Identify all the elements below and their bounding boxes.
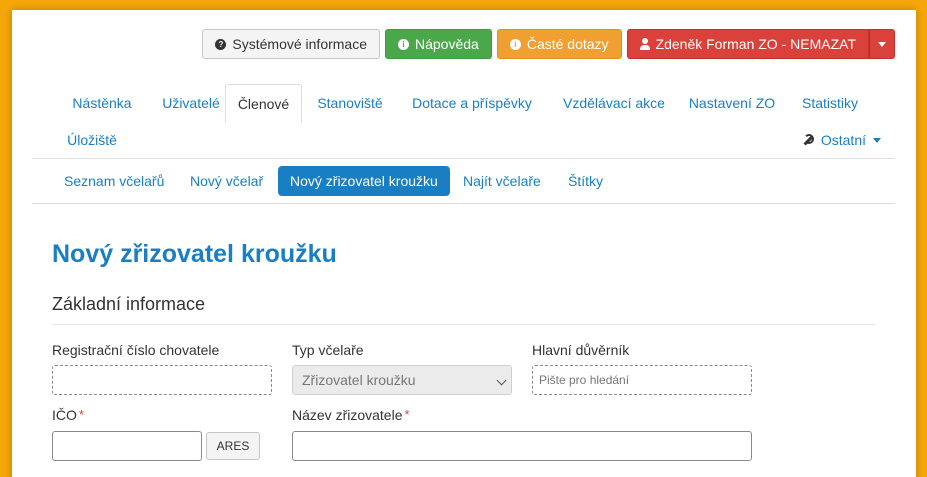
- founder-name-input[interactable]: [292, 431, 752, 461]
- founder-name-label-text: Název zřizovatele: [292, 407, 403, 423]
- caret-down-icon: [878, 41, 886, 47]
- page-title: Nový zřizovatel kroužku: [52, 240, 337, 268]
- main-trustee-search[interactable]: Pište pro hledání: [532, 365, 752, 395]
- reg-number-label: Registrační číslo chovatele: [52, 342, 220, 358]
- tab-stanoviste[interactable]: Stanoviště: [308, 84, 392, 122]
- tab-vzdelavaci-akce[interactable]: Vzdělávací akce: [552, 84, 676, 122]
- faq-button[interactable]: i Časté dotazy: [496, 29, 622, 59]
- required-asterisk: *: [78, 407, 84, 422]
- faq-label: Časté dotazy: [526, 36, 609, 52]
- user-button[interactable]: Zdeněk Forman ZO - NEMAZAT: [626, 29, 869, 59]
- tab-dotace[interactable]: Dotace a příspěvky: [402, 84, 542, 122]
- caret-down-icon: [873, 137, 881, 143]
- tab-clenove[interactable]: Členové: [225, 84, 302, 123]
- subnav-stitky[interactable]: Štítky: [556, 166, 615, 196]
- reg-number-input[interactable]: [52, 365, 272, 395]
- subnav-najit-vcelare[interactable]: Najít včelaře: [451, 166, 553, 196]
- subnav-seznam-vcelaru[interactable]: Seznam včelařů: [52, 166, 176, 196]
- user-label: Zdeněk Forman ZO - NEMAZAT: [655, 36, 856, 52]
- type-select-value: Zřizovatel kroužku: [302, 372, 416, 388]
- top-toolbar: ? Systémové informace i Nápověda i Časté…: [202, 29, 895, 59]
- user-icon: [639, 38, 650, 50]
- type-label: Typ včelaře: [292, 342, 364, 358]
- user-menu-toggle[interactable]: [869, 29, 895, 59]
- chevron-down-icon: [496, 375, 507, 386]
- other-menu[interactable]: Ostatní: [802, 132, 881, 148]
- tab-statistiky[interactable]: Statistiky: [792, 84, 868, 122]
- tab-nastaveni-zo[interactable]: Nastavení ZO: [682, 84, 782, 122]
- info-icon: i: [398, 38, 409, 50]
- system-info-button[interactable]: ? Systémové informace: [202, 29, 380, 59]
- system-info-label: Systémové informace: [232, 36, 367, 52]
- section-divider: [52, 324, 875, 325]
- wrench-icon: [802, 134, 814, 146]
- help-label: Nápověda: [415, 36, 479, 52]
- ico-input[interactable]: [52, 431, 202, 461]
- subnav-novy-vcelar[interactable]: Nový včelař: [178, 166, 275, 196]
- app-frame: ? Systémové informace i Nápověda i Časté…: [12, 10, 916, 477]
- section-title: Základní informace: [52, 294, 206, 314]
- main-trustee-placeholder: Pište pro hledání: [539, 373, 630, 387]
- main-trustee-label: Hlavní důvěrník: [532, 342, 630, 358]
- ico-label: IČO *: [52, 407, 84, 423]
- question-icon: ?: [215, 38, 227, 50]
- ico-label-text: IČO: [52, 407, 77, 423]
- subnav-novy-zrizovatel[interactable]: Nový zřizovatel kroužku: [278, 166, 450, 196]
- founder-name-label: Název zřizovatele *: [292, 407, 410, 423]
- tab-uloziste[interactable]: Úložiště: [52, 121, 132, 159]
- required-asterisk: *: [404, 407, 410, 422]
- type-select[interactable]: Zřizovatel kroužku: [292, 365, 512, 395]
- help-button[interactable]: i Nápověda: [385, 29, 492, 59]
- ares-button[interactable]: ARES: [206, 432, 260, 460]
- other-label: Ostatní: [820, 132, 866, 148]
- info-icon: i: [509, 38, 521, 50]
- main-nav: Nástěnka Uživatelé Členové Stanoviště Do…: [32, 84, 895, 159]
- tab-nastenka[interactable]: Nástěnka: [52, 84, 152, 122]
- tab-uzivatele[interactable]: Uživatelé: [152, 84, 230, 122]
- sub-nav: Seznam včelařů Nový včelař Nový zřizovat…: [32, 159, 895, 204]
